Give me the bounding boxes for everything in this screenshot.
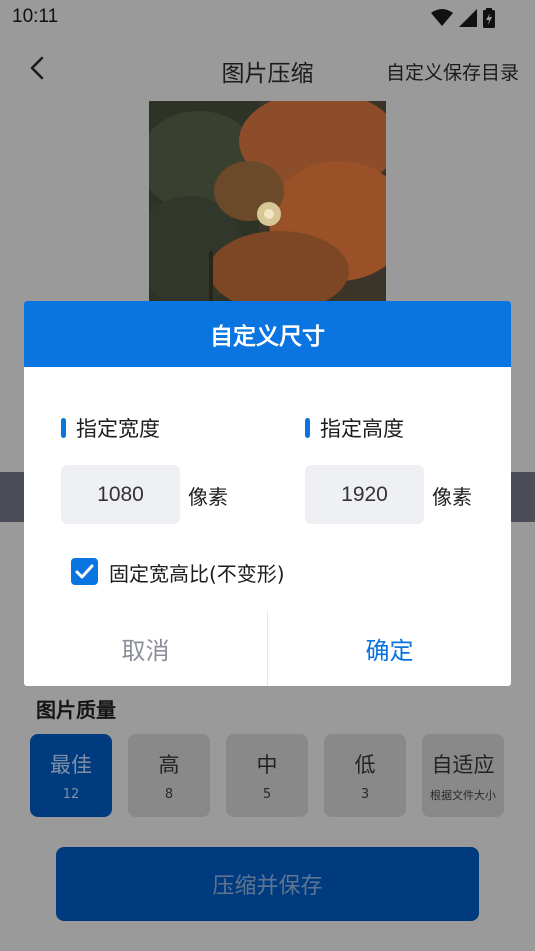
quality-option-medium[interactable]: 中 5 (226, 734, 308, 817)
confirm-button[interactable]: 确定 (268, 611, 511, 686)
quality-option-value: 8 (164, 787, 174, 802)
dialog-header: 自定义尺寸 (24, 301, 511, 367)
keep-ratio-label[interactable]: 固定宽高比(不变形) (109, 558, 285, 587)
app-bar: 图片压缩 自定义保存目录 (0, 36, 535, 100)
quality-option-low[interactable]: 低 3 (324, 734, 406, 817)
height-unit: 像素 (432, 485, 472, 509)
quality-option-label: 自适应 (431, 752, 495, 777)
signal-icon (459, 9, 477, 27)
quality-option-value: 12 (62, 787, 80, 802)
compress-and-save-button[interactable]: 压缩并保存 (56, 847, 479, 921)
battery-icon (483, 8, 495, 28)
width-label-text: 指定宽度 (76, 417, 160, 441)
keep-ratio-checkbox[interactable] (71, 558, 98, 585)
height-input[interactable]: 1920 (305, 465, 424, 524)
status-time: 10:11 (12, 6, 59, 27)
width-input[interactable]: 1080 (61, 465, 180, 524)
quality-option-value: 3 (360, 787, 370, 802)
wifi-icon (431, 9, 453, 26)
image-preview (149, 101, 386, 301)
custom-save-dir-button[interactable]: 自定义保存目录 (386, 58, 519, 85)
custom-size-dialog: 自定义尺寸 指定宽度 指定高度 1080 像素 1920 像素 固定宽高比(不变… (24, 301, 511, 686)
autumn-tree-photo (149, 101, 386, 301)
dialog-title: 自定义尺寸 (210, 324, 325, 350)
quality-option-label: 最佳 (50, 753, 92, 777)
status-icons (431, 8, 495, 28)
width-unit: 像素 (188, 485, 228, 509)
quality-options: 最佳 12 高 8 中 5 低 3 自适应 根据文件大小 (30, 734, 504, 817)
height-label-text: 指定高度 (320, 417, 404, 441)
height-label: 指定高度 (305, 413, 404, 443)
quality-option-label: 低 (354, 753, 376, 777)
status-bar: 10:11 (0, 0, 535, 36)
quality-option-label: 中 (256, 753, 278, 777)
cancel-button[interactable]: 取消 (24, 611, 267, 686)
quality-section-title: 图片质量 (36, 698, 116, 722)
quality-option-label: 高 (158, 753, 180, 777)
quality-option-adaptive[interactable]: 自适应 根据文件大小 (422, 734, 504, 817)
quality-option-best[interactable]: 最佳 12 (30, 734, 112, 817)
checkmark-icon (75, 564, 94, 579)
accent-bar (61, 418, 66, 438)
accent-bar (305, 418, 310, 438)
quality-option-high[interactable]: 高 8 (128, 734, 210, 817)
quality-option-value: 5 (262, 787, 272, 802)
quality-option-value: 根据文件大小 (430, 788, 496, 802)
width-label: 指定宽度 (61, 413, 160, 443)
